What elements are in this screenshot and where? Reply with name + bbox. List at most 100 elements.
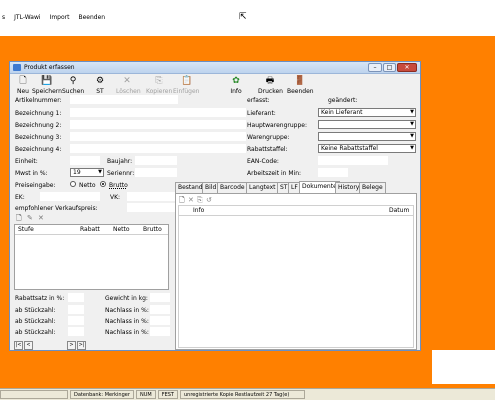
menu-item-jtl-wawi[interactable]: JTL-Wawi [12, 13, 42, 25]
bezeichnung1-field[interactable] [70, 108, 246, 117]
ab-stueckzahl-2-field[interactable] [68, 316, 84, 325]
window-app-icon [13, 64, 21, 71]
bezeichnung4-field[interactable] [70, 144, 246, 153]
lieferant-value: Kein Lieferant [321, 109, 363, 116]
dropdown-arrow-icon: ▼ [410, 145, 414, 151]
lieferant-select[interactable]: Kein Lieferant ▼ [318, 108, 416, 117]
dropdown-arrow-icon: ▼ [410, 109, 414, 115]
info-button[interactable]: ✿ Info [228, 76, 244, 100]
tab-dokumente[interactable]: Dokumente [299, 181, 340, 193]
status-database: Datenbank: Merkinger [70, 390, 134, 399]
column-header-netto[interactable]: Netto [113, 226, 130, 233]
nachlass-1-label: Nachlass in %: [105, 307, 149, 314]
ab-stueckzahl-1-label: ab Stückzahl: [15, 307, 56, 314]
menu-item-beenden[interactable]: Beenden [76, 13, 107, 25]
einheit-field[interactable] [70, 156, 100, 165]
tab-langtext[interactable]: Langtext [246, 182, 279, 193]
hauptwarengruppe-select[interactable]: ▼ [318, 120, 416, 129]
exit-door-icon: 🚪 [294, 76, 306, 86]
lieferant-label: Lieferant: [247, 110, 276, 117]
staffel-table[interactable]: Stufe Rabatt Netto Brutto [14, 224, 169, 290]
maximize-button[interactable]: □ [383, 63, 396, 72]
vk-field[interactable] [127, 192, 177, 201]
nachlass-2-label: Nachlass in %: [105, 318, 149, 325]
menu-item-partial[interactable]: s [0, 13, 7, 25]
bezeichnung2-field[interactable] [70, 120, 246, 129]
next-record-button[interactable]: > [67, 341, 76, 350]
mwst-select[interactable]: 19 ▼ [70, 168, 104, 177]
empf-vk-field[interactable] [127, 203, 177, 212]
rabattsatz-label: Rabattsatz in %: [15, 295, 65, 302]
nachlass-2-field[interactable] [150, 316, 170, 325]
save-label: Speichern [32, 88, 62, 95]
ab-stueckzahl-3-field[interactable] [68, 327, 84, 336]
dropdown-arrow-icon: ▼ [410, 121, 414, 127]
warengruppe-select[interactable]: ▼ [318, 132, 416, 141]
seriennr-field[interactable] [135, 168, 177, 177]
edit-row-icon[interactable]: ✎ [27, 214, 33, 222]
refresh-icon[interactable]: ↺ [206, 196, 212, 204]
documents-table[interactable]: Info Datum [178, 205, 414, 348]
einheit-label: Einheit: [15, 158, 38, 165]
arbeitszeit-field[interactable] [318, 168, 348, 177]
printer-icon: 🖶 [265, 76, 275, 86]
exit-label: Beenden [287, 88, 314, 95]
exit-button[interactable]: 🚪 Beenden [287, 76, 314, 100]
ean-field[interactable] [318, 156, 388, 165]
first-record-button[interactable]: |< [14, 341, 23, 350]
new-label: Neu [17, 88, 29, 95]
ab-stueckzahl-2-label: ab Stückzahl: [15, 318, 56, 325]
new-document-icon: 🗋 [19, 76, 27, 86]
column-header-info[interactable]: Info [193, 207, 204, 214]
arbeitszeit-label: Arbeitszeit in Min: [247, 170, 302, 177]
netto-label: Netto [79, 182, 96, 189]
tab-panel-dokumente: 🗋 ✕ ⎘ ↺ Info Datum [175, 193, 417, 350]
prev-record-button[interactable]: < [24, 341, 33, 350]
bezeichnung2-label: Bezeichnung 2: [15, 122, 62, 129]
last-record-button[interactable]: >| [77, 341, 86, 350]
artikelnummer-field[interactable] [70, 95, 178, 104]
menu-item-import[interactable]: Import [48, 13, 72, 25]
status-num: NUM [136, 390, 156, 399]
column-header-rabatt[interactable]: Rabatt [80, 226, 100, 233]
minimize-button[interactable]: – [368, 63, 382, 72]
ek-label: EK: [15, 194, 25, 201]
column-header-brutto[interactable]: Brutto [143, 226, 162, 233]
nachlass-1-field[interactable] [150, 305, 170, 314]
tab-bestand[interactable]: Bestand [175, 182, 206, 193]
window-title: Produkt erfassen [24, 64, 75, 71]
mwst-value: 19 [73, 169, 81, 176]
column-header-stufe[interactable]: Stufe [18, 226, 34, 233]
gewicht-field[interactable] [150, 293, 170, 302]
info-icon: ✿ [232, 76, 240, 86]
blank-panel [432, 350, 495, 384]
tab-barcode[interactable]: Barcode [217, 182, 248, 193]
rabattstaffel-select[interactable]: Keine Rabattstaffel ▼ [318, 144, 416, 153]
ab-stueckzahl-3-label: ab Stückzahl: [15, 329, 56, 336]
baujahr-field[interactable] [135, 156, 177, 165]
search-icon: ⚲ [69, 76, 77, 86]
rabattsatz-field[interactable] [68, 293, 84, 302]
delete-document-icon[interactable]: ✕ [188, 196, 194, 204]
netto-radio[interactable] [70, 181, 76, 187]
app-menu: s JTL-Wawi Import Beenden [0, 13, 107, 25]
print-label: Drucken [258, 88, 283, 95]
close-button[interactable]: ✕ [397, 63, 417, 72]
rabattstaffel-label: Rabattstaffel: [247, 146, 288, 153]
ek-field[interactable] [40, 192, 100, 201]
status-fest: FEST [157, 390, 178, 399]
column-header-datum[interactable]: Datum [389, 207, 409, 214]
baujahr-label: Baujahr: [107, 158, 133, 165]
erfasst-label: erfasst: [247, 97, 270, 104]
preiseingabe-label: Preiseingabe: [15, 182, 56, 189]
delete-row-icon[interactable]: ✕ [38, 214, 44, 222]
bezeichnung3-field[interactable] [70, 132, 246, 141]
gewicht-label: Gewicht in kg: [105, 295, 148, 302]
nachlass-3-field[interactable] [150, 327, 170, 336]
tab-belege[interactable]: Belege [359, 182, 386, 193]
copy-label: Kopieren [146, 88, 173, 95]
copy-document-icon[interactable]: ⎘ [197, 196, 203, 205]
artikelnummer-label: Artikelnummer: [15, 97, 62, 104]
ab-stueckzahl-1-field[interactable] [68, 305, 84, 314]
brutto-radio[interactable] [100, 181, 106, 187]
